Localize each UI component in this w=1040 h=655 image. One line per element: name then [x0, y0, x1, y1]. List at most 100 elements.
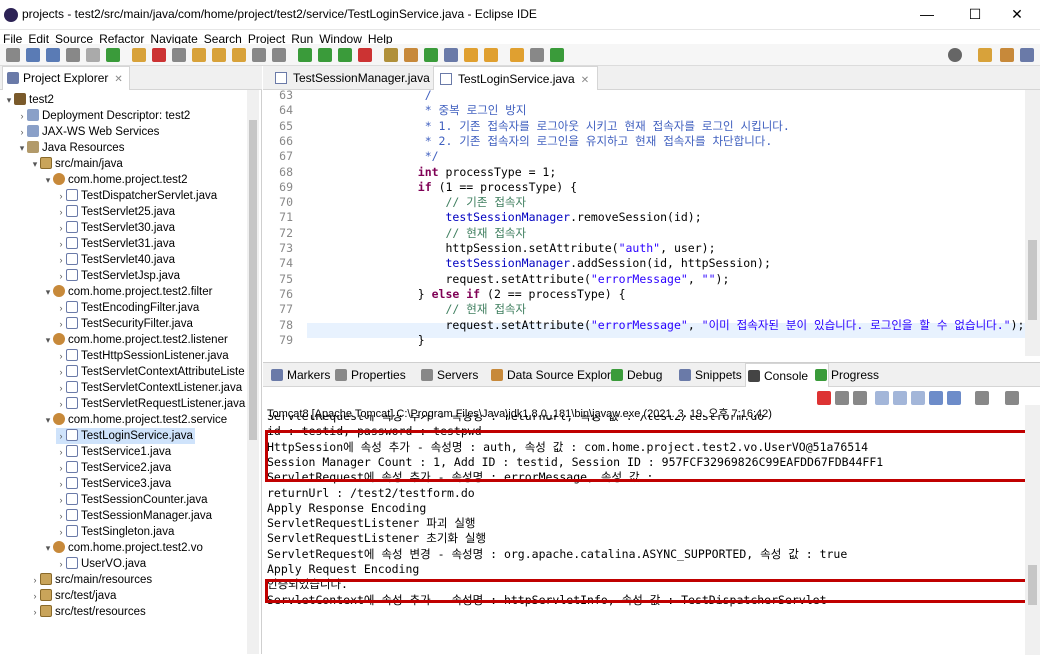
coverage-icon[interactable] [338, 48, 352, 62]
minimize-button[interactable]: — [904, 0, 950, 30]
collapsed-chevron-icon[interactable]: › [56, 236, 66, 252]
tree-item[interactable]: › TestServletJsp.java [56, 268, 180, 284]
tree-item[interactable]: › TestDispatcherServlet.java [56, 188, 217, 204]
collapsed-chevron-icon[interactable]: › [30, 588, 40, 604]
close-button[interactable]: ✕ [994, 0, 1040, 30]
tab-markers[interactable]: Markers [269, 363, 330, 387]
tree-item[interactable]: › TestService3.java [56, 476, 171, 492]
close-icon[interactable]: ✕ [114, 74, 122, 85]
collapsed-chevron-icon[interactable]: › [17, 124, 27, 140]
new-package-icon[interactable] [404, 48, 418, 62]
expanded-chevron-icon[interactable]: ▾ [43, 412, 53, 428]
collapsed-chevron-icon[interactable]: › [56, 268, 66, 284]
expanded-chevron-icon[interactable]: ▾ [4, 92, 14, 108]
search-icon[interactable] [464, 48, 478, 62]
tab-project-explorer[interactable]: Project Explorer ✕ [2, 66, 130, 90]
clear-console-icon[interactable] [875, 391, 889, 405]
editor-scrollbar[interactable] [1025, 90, 1040, 356]
tree-item[interactable]: › TestService2.java [56, 460, 171, 476]
tab-data-source-explorer[interactable]: Data Source Explorer [489, 363, 622, 387]
tree-item[interactable]: › TestSessionManager.java [56, 508, 212, 524]
pin-console-icon[interactable] [929, 391, 943, 405]
tree-item[interactable]: ▾ src/main/java [30, 156, 123, 172]
tree-item[interactable]: › JAX-WS Web Services [17, 124, 159, 140]
terminate-icon[interactable] [152, 48, 166, 62]
tree-item[interactable]: › TestService1.java [56, 444, 171, 460]
scrollbar-thumb[interactable] [249, 120, 257, 440]
collapsed-chevron-icon[interactable]: › [56, 188, 66, 204]
tab-debug[interactable]: Debug [609, 363, 662, 387]
collapsed-chevron-icon[interactable]: › [30, 572, 40, 588]
tree-item[interactable]: › TestHttpSessionListener.java [56, 348, 229, 364]
tree-item[interactable]: ▾ com.home.project.test2 [43, 172, 188, 188]
tree-item[interactable]: ▾ Java Resources [17, 140, 124, 156]
collapsed-chevron-icon[interactable]: › [56, 220, 66, 236]
tree-item[interactable]: › TestEncodingFilter.java [56, 300, 199, 316]
expanded-chevron-icon[interactable]: ▾ [43, 172, 53, 188]
tree-item[interactable]: › TestSingleton.java [56, 524, 174, 540]
expanded-chevron-icon[interactable]: ▾ [43, 332, 53, 348]
tree-item[interactable]: › TestLoginService.java [56, 428, 195, 444]
suspend-icon[interactable] [132, 48, 146, 62]
disconnect-icon[interactable] [172, 48, 186, 62]
collapsed-chevron-icon[interactable]: › [56, 252, 66, 268]
step-over-icon[interactable] [212, 48, 226, 62]
tree-item[interactable]: › src/main/resources [30, 572, 152, 588]
collapsed-chevron-icon[interactable]: › [56, 508, 66, 524]
resume-icon[interactable] [106, 48, 120, 62]
java-ee-perspective-icon[interactable] [1020, 48, 1034, 62]
collapsed-chevron-icon[interactable]: › [56, 364, 66, 380]
save-all-icon[interactable] [46, 48, 60, 62]
step-return-icon[interactable] [232, 48, 246, 62]
collapsed-chevron-icon[interactable]: › [56, 444, 66, 460]
annotation-icon[interactable] [484, 48, 498, 62]
expanded-chevron-icon[interactable]: ▾ [30, 156, 40, 172]
collapsed-chevron-icon[interactable]: › [56, 348, 66, 364]
tree-item[interactable]: › src/test/java [30, 588, 116, 604]
tree-item[interactable]: ▾ test2 [4, 92, 54, 108]
maximize-button[interactable]: ☐ [952, 0, 998, 30]
tab-snippets[interactable]: Snippets [677, 363, 742, 387]
tree-item[interactable]: › TestServlet31.java [56, 236, 175, 252]
word-wrap-icon[interactable] [911, 391, 925, 405]
pin-editor-icon[interactable] [550, 48, 564, 62]
tree-item[interactable]: ▾ com.home.project.test2.vo [43, 540, 203, 556]
tree-item[interactable]: › TestServletRequestListener.java [56, 396, 245, 412]
tree-item[interactable]: ▾ com.home.project.test2.filter [43, 284, 212, 300]
open-type-icon[interactable] [444, 48, 458, 62]
save-icon[interactable] [26, 48, 40, 62]
tree-item[interactable]: › src/test/resources [30, 604, 146, 620]
new-class-icon[interactable] [424, 48, 438, 62]
collapsed-chevron-icon[interactable]: › [56, 428, 66, 444]
remove-all-icon[interactable] [853, 391, 867, 405]
drop-frame-icon[interactable] [252, 48, 266, 62]
collapsed-chevron-icon[interactable]: › [56, 380, 66, 396]
tree-item[interactable]: › TestServletContextListener.java [56, 380, 242, 396]
skip-icon[interactable] [86, 48, 100, 62]
quick-access-search-icon[interactable] [948, 48, 962, 62]
terminate-icon[interactable] [817, 391, 831, 405]
tree-item[interactable]: ▾ com.home.project.test2.service [43, 412, 227, 428]
forward-icon[interactable] [530, 48, 544, 62]
collapsed-chevron-icon[interactable]: › [56, 396, 66, 412]
expanded-chevron-icon[interactable]: ▾ [43, 284, 53, 300]
print-icon[interactable] [66, 48, 80, 62]
editor-tab[interactable]: TestLoginService.java ✕ [433, 66, 599, 90]
collapsed-chevron-icon[interactable]: › [56, 300, 66, 316]
collapsed-chevron-icon[interactable]: › [56, 204, 66, 220]
code-area[interactable]: 63 /64 * 중복 로그인 방지 65 * 1. 기존 접속자를 로그아웃 시… [263, 88, 1024, 356]
collapsed-chevron-icon[interactable]: › [56, 524, 66, 540]
step-into-icon[interactable] [192, 48, 206, 62]
tab-servers[interactable]: Servers [419, 363, 478, 387]
collapsed-chevron-icon[interactable]: › [17, 108, 27, 124]
scroll-lock-icon[interactable] [893, 391, 907, 405]
collapsed-chevron-icon[interactable]: › [30, 604, 40, 620]
tree-item[interactable]: › TestSessionCounter.java [56, 492, 208, 508]
editor-tab[interactable]: TestSessionManager.java [269, 66, 438, 90]
remove-launch-icon[interactable] [835, 391, 849, 405]
show-on-output-icon[interactable] [947, 391, 961, 405]
new-icon[interactable] [6, 48, 20, 62]
scrollbar-thumb[interactable] [1028, 240, 1037, 320]
tree-item[interactable]: › Deployment Descriptor: test2 [17, 108, 190, 124]
collapsed-chevron-icon[interactable]: › [56, 556, 66, 572]
